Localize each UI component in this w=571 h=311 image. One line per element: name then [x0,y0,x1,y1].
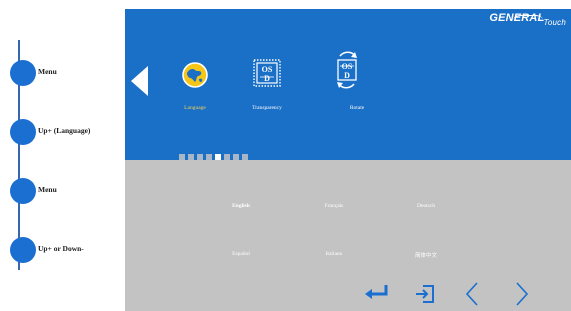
language-option-italiano[interactable]: Italiano [304,251,364,257]
step-label: Menu [38,67,57,76]
svg-text:OS: OS [342,62,353,71]
menu-item-language[interactable]: Language [160,105,230,111]
step-4: Up+ or Down- [10,237,122,263]
globe-icon[interactable] [180,60,210,94]
menu-item-rotate[interactable]: Rotate [322,105,392,111]
step-label: Up+ or Down- [38,244,84,253]
step-label: Menu [38,185,57,194]
step-dot [10,178,36,204]
brand-sub: Touch [543,18,566,27]
language-option-francais[interactable]: Français [304,203,364,209]
step-dot [10,119,36,145]
svg-text:D: D [344,71,350,80]
osd-transparency-icon[interactable]: OS D [252,56,282,90]
brand-name: GENERAL [489,12,545,24]
step-3: Menu [10,178,122,204]
svg-text:OS: OS [262,65,273,74]
step-label: Up+ (Language) [38,126,91,135]
step-dot [10,60,36,86]
language-option-english[interactable]: English [211,203,271,209]
osd-rotate-icon[interactable]: OS D [332,50,362,90]
chevron-left-icon[interactable] [464,281,480,307]
step-1: Menu [10,60,122,86]
language-option-chinese[interactable]: 简体中文 [396,251,456,259]
language-options-panel [125,160,571,311]
step-dot [10,237,36,263]
chevron-right-icon[interactable] [514,281,530,307]
exit-icon[interactable] [414,284,436,304]
language-option-espanol[interactable]: Español [211,251,271,257]
menu-item-transparency[interactable]: Transparency [232,105,302,111]
brand-logo: GENERALTouch [489,12,567,27]
step-panel: Menu Up+ (Language) Menu Up+ or Down- [0,0,125,311]
enter-icon[interactable] [364,284,390,300]
language-option-deutsch[interactable]: Deutsch [396,203,456,209]
svg-text:D: D [264,74,270,83]
step-2: Up+ (Language) [10,119,122,145]
back-arrow-icon[interactable] [131,66,148,96]
